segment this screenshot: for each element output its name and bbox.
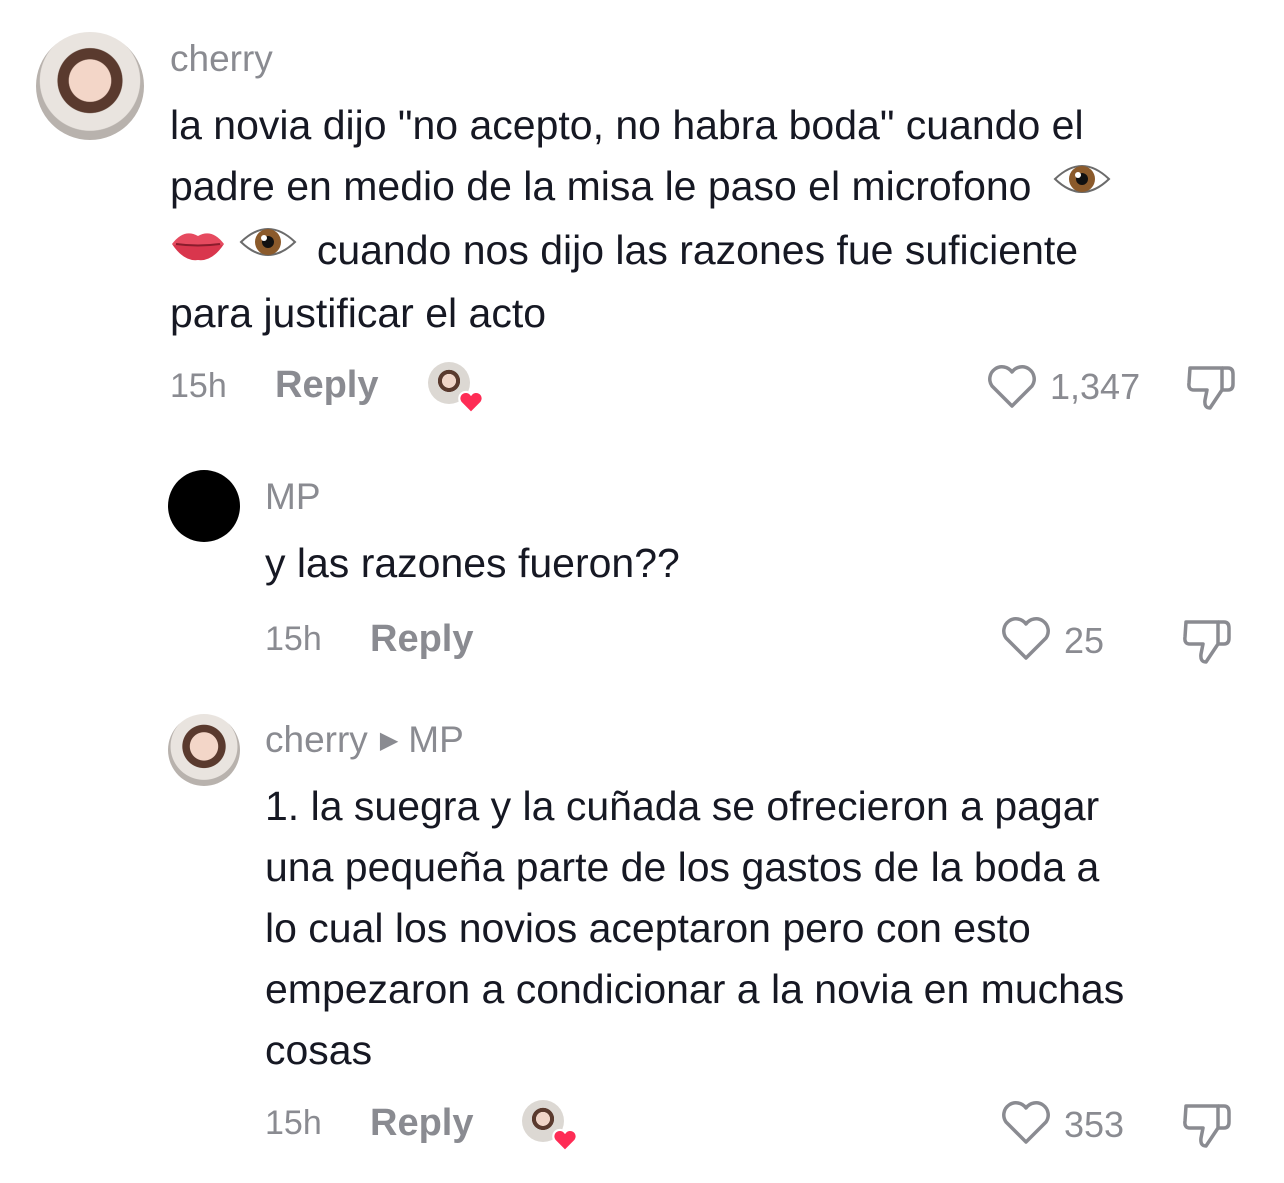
reply-arrow-icon: ▶ [379, 727, 399, 754]
reply-to-username[interactable]: MP [408, 719, 464, 760]
thumbs-down-icon[interactable] [1180, 616, 1234, 666]
comment-3: cherry ▶ MP 1. la suegra y la cuñada se of… [0, 690, 1284, 1183]
like-count: 1,347 [1050, 366, 1141, 407]
comment-username: cherry ▶ MP [265, 719, 464, 761]
comment-username[interactable]: cherry [170, 38, 273, 80]
reply-button[interactable]: Reply [370, 618, 473, 661]
comment-text-line: una pequeña parte de los gastos de la bo… [265, 844, 1100, 890]
comment-text-line: la novia dijo "no acepto, no habra boda"… [170, 102, 1084, 148]
comment-text: 1. la suegra y la cuñada se ofrecieron a… [265, 776, 1265, 1081]
comment-author[interactable]: cherry [265, 719, 368, 760]
comment-time: 15h [170, 367, 227, 405]
comment-text-line: cosas [265, 1027, 373, 1073]
comment-1: cherry la novia dijo "no acepto, no habr… [0, 0, 1284, 440]
heart-outline-icon[interactable] [1000, 1100, 1052, 1146]
comment-time: 15h [265, 1104, 322, 1142]
comment-text: y las razones fueron?? [265, 533, 1255, 594]
reply-button[interactable]: Reply [275, 364, 378, 407]
comment-text-line: para justificar el acto [170, 290, 547, 337]
thumbs-down-icon[interactable] [1180, 1100, 1234, 1150]
like-count: 25 [1064, 620, 1105, 661]
comment-username[interactable]: MP [265, 476, 321, 518]
thumbs-down-icon[interactable] [1184, 362, 1238, 412]
comment-text-segment: cuando nos dijo las razones fue suficien… [316, 226, 1079, 273]
comment-text-line: 1. la suegra y la cuñada se ofrecieron a… [265, 783, 1100, 829]
like-count: 353 [1064, 1104, 1125, 1145]
comment-text-line: empezaron a condicionar a la novia en mu… [265, 966, 1125, 1012]
comment-text-segment: padre en medio de la misa le paso el mic… [170, 163, 1032, 209]
eye-emoji [1053, 155, 1111, 216]
comment-text-line: padre en medio de la misa le paso el mic… [170, 156, 1260, 220]
avatar[interactable] [168, 714, 240, 786]
comment-2: MP y las razones fueron?? 15h Reply 25 [0, 440, 1284, 690]
lips-emoji [170, 218, 226, 279]
avatar[interactable] [168, 470, 240, 542]
comment-time: 15h [265, 620, 322, 658]
heart-outline-icon[interactable] [986, 364, 1038, 410]
creator-liked-badge [522, 1100, 578, 1152]
creator-liked-badge [428, 362, 484, 414]
comment-text-line: y las razones fueron?? [265, 540, 680, 586]
comment-text-line: cuando nos dijo las razones fue suficien… [170, 220, 1260, 284]
avatar[interactable] [36, 32, 144, 140]
eye-emoji [239, 218, 297, 279]
reply-button[interactable]: Reply [370, 1102, 473, 1145]
heart-outline-icon[interactable] [1000, 616, 1052, 662]
comment-text-line: lo cual los novios aceptaron pero con es… [265, 905, 1031, 951]
comment-text: la novia dijo "no acepto, no habra boda"… [170, 95, 1260, 344]
heart-filled-icon [458, 390, 484, 414]
heart-filled-icon [552, 1128, 578, 1152]
